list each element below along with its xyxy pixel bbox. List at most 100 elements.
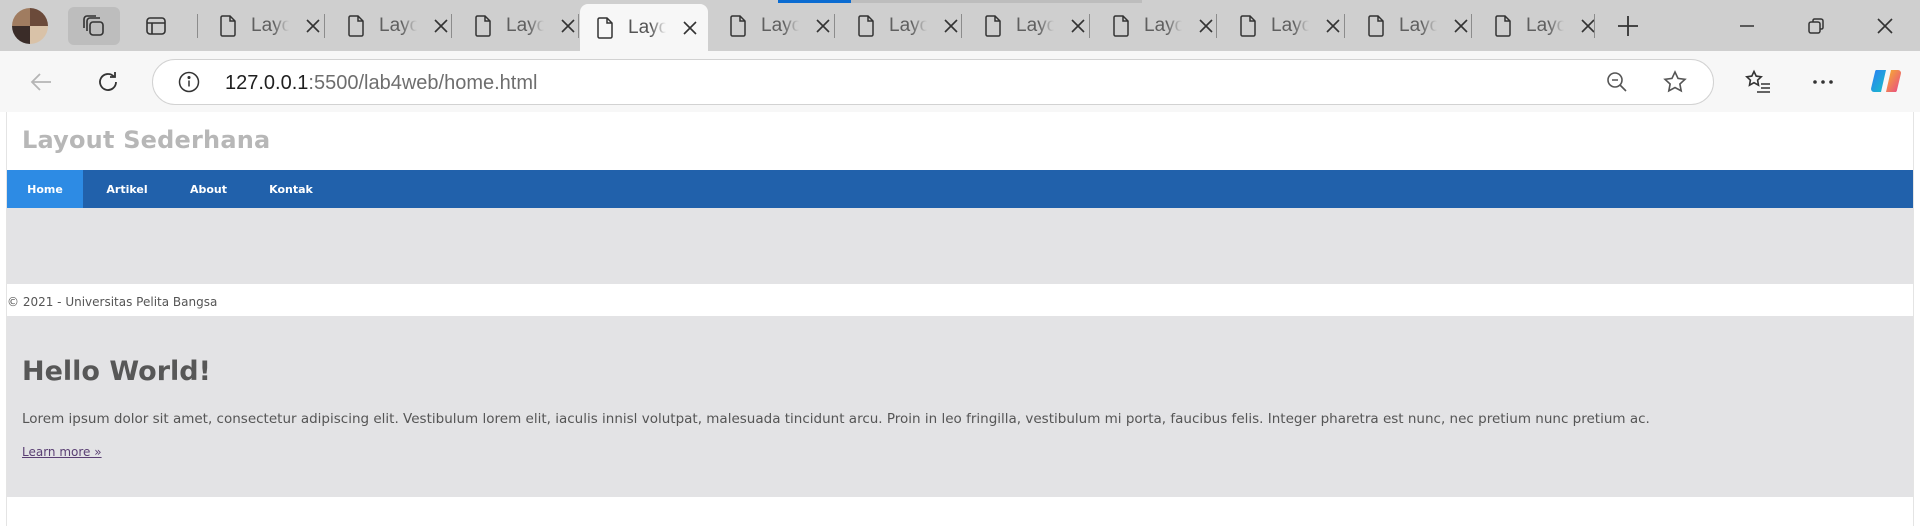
tab-separator: [324, 14, 325, 38]
page-icon: [1240, 15, 1256, 37]
close-tab-icon[interactable]: [813, 16, 833, 36]
restore-icon: [1808, 17, 1824, 34]
browser-tab[interactable]: Layout Sederhana: [458, 6, 583, 46]
minimize-button[interactable]: [1717, 0, 1777, 51]
profile-avatar[interactable]: [12, 8, 48, 44]
tab-separator: [1594, 14, 1595, 38]
tab-separator: [1471, 14, 1472, 38]
nav-about[interactable]: About: [171, 170, 246, 208]
page-icon: [220, 15, 236, 37]
browser-tab-active[interactable]: Layout Sederhana: [580, 4, 708, 51]
browser-tab[interactable]: Layout Sederhana: [841, 6, 966, 46]
nav-home[interactable]: Home: [7, 170, 83, 208]
site-footer: © 2021 - Universitas Pelita Bangsa: [7, 284, 1913, 316]
settings-more-button[interactable]: [1803, 62, 1843, 102]
browser-tab-strip: Layout Sederhana Layout Sederhana Layout S…: [0, 0, 1920, 51]
tab-title: Layout Sederhana: [1271, 15, 1309, 36]
close-tab-icon[interactable]: [680, 18, 700, 38]
favorites-list-icon: [1745, 69, 1770, 93]
close-tab-icon[interactable]: [1451, 16, 1471, 36]
tab-separator: [961, 14, 962, 38]
site-header: Layout Sederhana: [7, 112, 1913, 170]
more-dots-icon: [1813, 80, 1833, 84]
nav-kontak[interactable]: Kontak: [246, 170, 336, 208]
page-icon: [1368, 15, 1384, 37]
close-icon: [1877, 17, 1893, 34]
close-tab-icon[interactable]: [1196, 16, 1216, 36]
address-bar[interactable]: 127.0.0.1:5500/lab4web/home.html: [152, 59, 1714, 105]
close-tab-icon[interactable]: [303, 16, 323, 36]
info-icon: [178, 71, 200, 93]
page-icon: [597, 16, 613, 39]
page-icon: [1495, 15, 1511, 37]
browser-tab[interactable]: Layout Sederhana: [968, 6, 1093, 46]
refresh-button[interactable]: [88, 62, 128, 102]
plus-icon: [1618, 15, 1638, 36]
hero-section: Hello World! Lorem ipsum dolor sit amet,…: [7, 316, 1913, 497]
new-tab-button[interactable]: [1598, 0, 1658, 51]
page-icon: [985, 15, 1001, 37]
browser-tab[interactable]: Layout Sederhana: [1351, 6, 1476, 46]
site-info-button[interactable]: [169, 62, 209, 102]
tab-separator: [578, 14, 579, 38]
tab-load-indicator: [778, 0, 851, 3]
workspaces-button[interactable]: [68, 7, 120, 45]
minimize-icon: [1740, 24, 1754, 27]
nav-artikel[interactable]: Artikel: [83, 170, 171, 208]
close-tab-icon[interactable]: [1068, 16, 1088, 36]
tab-title: Layout Sederhana: [251, 15, 289, 36]
page-icon: [1113, 15, 1129, 37]
browser-tab[interactable]: Layout Sederhana: [203, 6, 328, 46]
favorite-button[interactable]: [1655, 62, 1695, 102]
copilot-icon: [1871, 70, 1901, 92]
tab-separator: [834, 14, 835, 38]
page-icon: [730, 15, 746, 37]
browser-tab[interactable]: Layout Sederhana: [1478, 6, 1603, 46]
tab-title: Layout Sederhana: [1399, 15, 1437, 36]
site-title: Layout Sederhana: [22, 126, 271, 154]
restore-button[interactable]: [1786, 0, 1846, 51]
close-tab-icon[interactable]: [941, 16, 961, 36]
copilot-button[interactable]: [1866, 61, 1906, 101]
close-window-button[interactable]: [1855, 0, 1915, 51]
close-tab-icon[interactable]: [558, 16, 578, 36]
browser-tab[interactable]: Layout Sederhana: [331, 6, 456, 46]
tab-separator: [1344, 14, 1345, 38]
refresh-icon: [99, 72, 117, 91]
close-tab-icon[interactable]: [431, 16, 451, 36]
page-icon: [348, 15, 364, 37]
close-tab-icon[interactable]: [1578, 16, 1598, 36]
page-icon: [858, 15, 874, 37]
browser-tab[interactable]: Layout Sederhana: [1096, 6, 1221, 46]
learn-more-link[interactable]: Learn more »: [22, 445, 102, 459]
tab-title: Layout Sederhana: [1144, 15, 1182, 36]
star-icon: [1663, 70, 1687, 93]
footer-copyright: © 2021 - Universitas Pelita Bangsa: [7, 295, 218, 309]
url-text[interactable]: 127.0.0.1:5500/lab4web/home.html: [225, 72, 537, 95]
browser-tab[interactable]: Layout Sederhana: [1223, 6, 1348, 46]
tab-title: Layout Sederhana: [889, 15, 927, 36]
tab-separator: [451, 14, 452, 38]
url-host: 127.0.0.1: [225, 72, 309, 94]
favorites-button[interactable]: [1738, 62, 1778, 102]
tab-title: Layout Sederhana: [1526, 15, 1564, 36]
tab-title: Layout Sederhana: [1016, 15, 1054, 36]
back-arrow-icon: [30, 73, 51, 91]
zoom-button[interactable]: [1597, 62, 1637, 102]
browser-tab[interactable]: Layout Sederhana: [713, 6, 838, 46]
page-icon: [475, 15, 491, 37]
tab-separator: [197, 14, 198, 38]
hero-body: Lorem ipsum dolor sit amet, consectetur …: [22, 411, 1650, 427]
workspaces-icon: [83, 15, 104, 36]
content-banner: [7, 208, 1913, 284]
site-nav: Home Artikel About Kontak: [7, 170, 1913, 208]
tab-title: Layout Sederhana: [761, 15, 799, 36]
tab-title: Layout Sederhana: [628, 16, 666, 38]
close-tab-icon[interactable]: [1323, 16, 1343, 36]
vertical-tabs-icon: [146, 17, 166, 35]
page-viewport: Layout Sederhana Home Artikel About Kont…: [6, 112, 1914, 526]
tab-separator: [1089, 14, 1090, 38]
tab-actions-button[interactable]: [130, 7, 182, 45]
tab-title: Layout Sederhana: [506, 15, 544, 36]
back-button[interactable]: [22, 62, 62, 102]
